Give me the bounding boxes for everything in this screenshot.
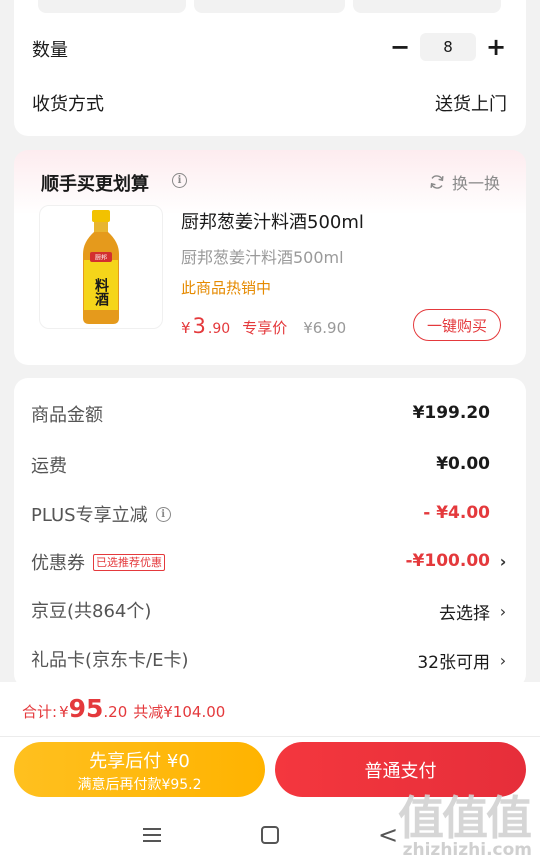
bottle-label-text: 料酒 [93,277,109,307]
pay-later-button[interactable]: 先享后付 ¥0 满意后再付款¥95.2 [14,742,265,797]
quantity-label: 数量 [32,40,68,61]
goods-amount-value: ¥199.20 [412,403,490,423]
price-yen: ¥ [181,319,191,337]
gift-card-value-wrap: 32张可用 › [417,648,508,673]
delivery-label: 收货方式 [32,94,104,115]
spec-option-chip[interactable] [353,0,501,13]
spec-option-chip[interactable] [38,0,186,13]
exclusive-price-tag: 专享价 [242,319,288,337]
recommend-card: 顺手买更划算 i 换一换 厨邦 料酒 厨邦葱姜汁料酒500ml 厨邦葱姜汁料酒5… [14,150,526,365]
price-row: ¥ 3 .90 专享价 ¥6.90 [181,314,346,338]
gift-card-row[interactable]: 礼品卡(京东卡/E卡) 32张可用 › [31,646,508,676]
jingdou-label: 京豆(共864个) [31,601,152,622]
quantity-input[interactable]: 8 [420,33,476,61]
nav-back-button[interactable]: < [376,820,400,850]
watermark-url: zhizhizhi.com [402,840,532,860]
refresh-icon [430,175,444,189]
chevron-right-icon: › [499,602,507,621]
one-click-buy-button[interactable]: 一键购买 [413,309,501,341]
jingdou-value: 去选择 [439,604,490,624]
total-integer: 95 [68,694,104,723]
product-subtitle: 厨邦葱姜汁料酒500ml [181,248,344,267]
info-icon[interactable]: i [172,173,187,188]
shipping-label: 运费 [31,456,67,477]
divider [0,736,540,737]
checkout-bar: 合计: ¥ 95 .20 共减¥104.00 先享后付 ¥0 满意后再付款¥95… [0,682,540,868]
coupon-row[interactable]: 优惠券 已选推荐优惠 -¥100.00 › [31,549,508,579]
plus-discount-value: - ¥4.00 [423,503,490,523]
total-line: 合计: ¥ 95 .20 共减¥104.00 [22,694,225,723]
nav-menu-button[interactable] [138,820,166,850]
coupon-value-wrap: -¥100.00 › [406,551,509,571]
plus-discount-label: PLUS专享立减 [31,505,148,526]
jingdou-row[interactable]: 京豆(共864个) 去选择 › [31,597,508,627]
recommend-title: 顺手买更划算 [41,174,149,195]
bottle-brand-text: 厨邦 [95,254,107,262]
order-options-card: 数量 − 8 + 收货方式 送货上门 [14,0,526,136]
shipping-row: 运费 ¥0.00 [31,452,508,482]
chevron-right-icon: › [499,651,507,670]
goods-amount-label: 商品金额 [31,405,103,426]
shipping-value: ¥0.00 [436,454,490,474]
total-label: 合计: [22,703,58,721]
increment-button[interactable]: + [484,32,508,62]
product-name[interactable]: 厨邦葱姜汁料酒500ml [181,208,364,234]
nav-home-button[interactable] [256,820,284,850]
hot-sale-label: 此商品热销中 [181,279,272,297]
plus-discount-row: PLUS专享立减 i - ¥4.00 [31,501,508,531]
gift-card-label: 礼品卡(京东卡/E卡) [31,650,189,671]
watermark-logo: 值值值 [398,791,532,845]
price-decimal: .90 [207,321,231,337]
original-price: ¥6.90 [303,319,347,337]
swap-button[interactable]: 换一换 [428,170,500,194]
gift-card-value: 32张可用 [417,653,490,673]
quantity-stepper: − 8 + [388,32,508,62]
delivery-value[interactable]: 送货上门 [435,90,507,116]
product-image[interactable]: 厨邦 料酒 [39,205,163,329]
chevron-right-icon: › [499,551,507,571]
decrement-button[interactable]: − [388,32,412,62]
goods-amount-row: 商品金额 ¥199.20 [31,401,508,431]
coupon-label: 优惠券 [31,553,85,574]
coupon-value: -¥100.00 [405,551,491,571]
price-integer: 3 [192,314,206,338]
spec-option-chip[interactable] [194,0,345,13]
info-icon[interactable]: i [155,506,171,522]
swap-label: 换一换 [451,174,500,193]
price-summary-card: 商品金额 ¥199.20 运费 ¥0.00 PLUS专享立减 i - ¥4.00… [14,378,526,688]
jingdou-value-wrap: 去选择 › [439,599,508,624]
total-yen: ¥ [59,703,69,721]
bottle-image: 厨邦 料酒 [83,210,119,324]
pay-later-sub-label: 满意后再付款¥95.2 [77,777,202,793]
total-saved[interactable]: 共减¥104.00 [133,701,225,722]
menu-icon [143,828,161,842]
total-decimal: .20 [103,703,128,721]
home-square-icon [261,826,279,844]
coupon-badge: 已选推荐优惠 [93,553,165,571]
coupon-label-wrap: 优惠券 已选推荐优惠 [31,549,165,575]
pay-later-main-label: 先享后付 ¥0 [89,751,190,772]
plus-discount-label-wrap: PLUS专享立减 i [31,501,171,527]
